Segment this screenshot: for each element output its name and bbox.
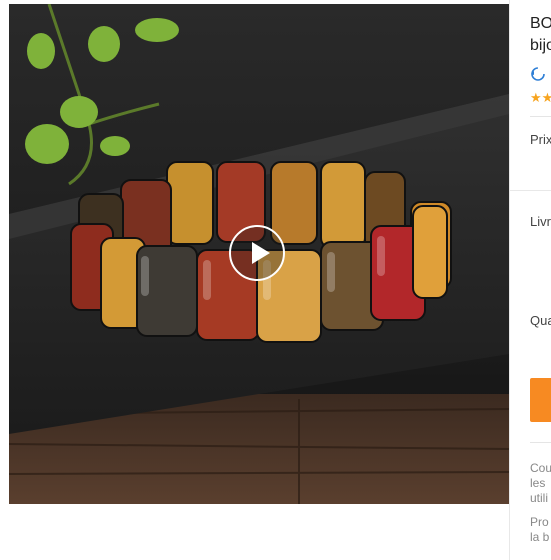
product-title-line: bijo: [530, 37, 551, 54]
shipping-info-text: Cou les utili: [530, 461, 551, 506]
delivery-label: Livr: [530, 214, 551, 229]
quantity-label: Qua: [530, 313, 551, 328]
price-label: Prix: [530, 132, 551, 147]
video-play-button[interactable]: [229, 225, 285, 281]
divider: [530, 116, 551, 117]
divider: [530, 442, 551, 443]
product-title-line: BO: [530, 15, 551, 32]
rating-stars: ★★: [530, 90, 551, 105]
section-divider: [510, 190, 551, 191]
product-image-gallery[interactable]: [9, 4, 509, 504]
info-line: les: [530, 476, 546, 490]
promo-line: Pro: [530, 515, 549, 529]
product-info-panel: BO bijo ★★ Prix Livr Qua Cou les utili P…: [510, 0, 551, 560]
info-line: Cou: [530, 461, 551, 475]
info-line: utili: [530, 491, 549, 505]
promo-text: Pro la b: [530, 515, 549, 545]
refresh-icon[interactable]: [530, 66, 546, 82]
promo-line: la b: [530, 530, 550, 544]
buy-now-button[interactable]: [530, 378, 551, 422]
product-title: BO bijo: [530, 13, 551, 57]
